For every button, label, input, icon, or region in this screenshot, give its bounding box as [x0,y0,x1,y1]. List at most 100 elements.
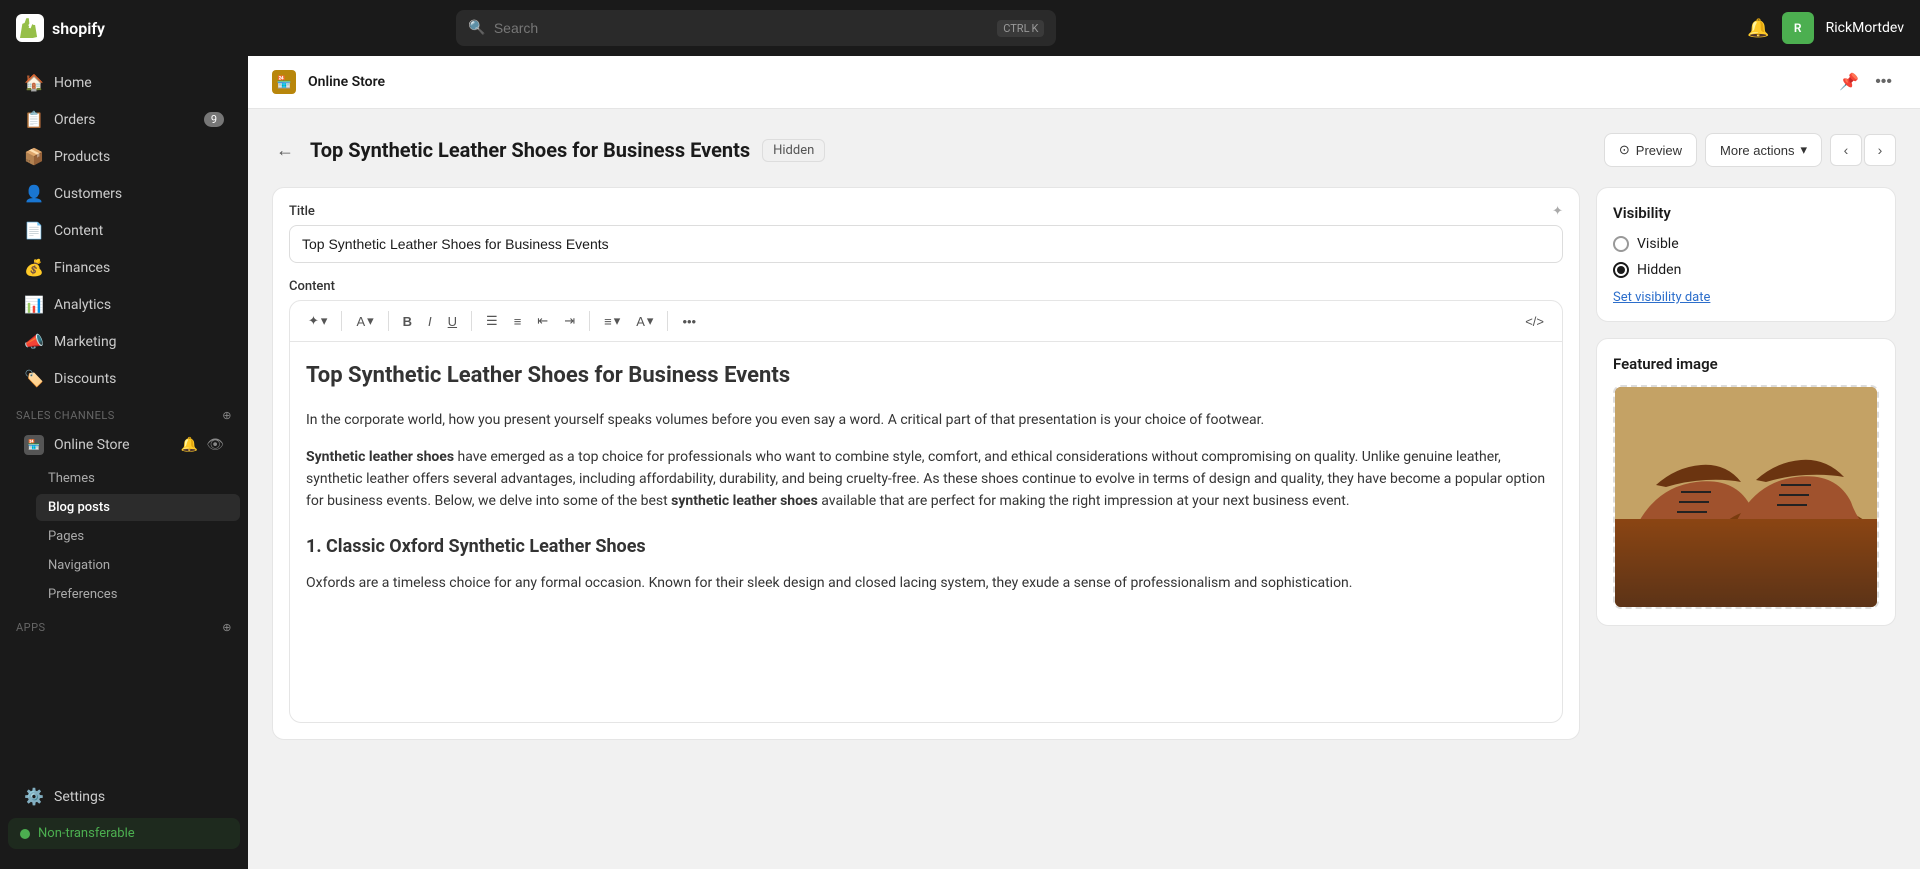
title-input[interactable] [289,225,1563,263]
set-visibility-link[interactable]: Set visibility date [1613,290,1710,305]
content-p2: Synthetic leather shoes have emerged as … [306,446,1546,513]
sidebar-item-analytics[interactable]: 📊 Analytics [8,287,240,322]
sales-channels-section: Sales channels ⊕ [0,397,248,426]
eye-icon[interactable]: 👁 [206,437,224,453]
sidebar-sub-navigation[interactable]: Navigation [36,552,240,579]
blog-posts-label: Blog posts [48,500,110,515]
content-p3: Oxfords are a timeless choice for any fo… [306,572,1546,594]
sidebar-sub-themes[interactable]: Themes [36,465,240,492]
pages-label: Pages [48,529,84,544]
sidebar-item-label: Orders [54,112,96,128]
customers-icon: 👤 [24,184,44,203]
sidebar-item-products[interactable]: 📦 Products [8,139,240,174]
hidden-option[interactable]: Hidden [1613,262,1879,278]
apps-expand[interactable]: ⊕ [222,621,232,634]
title-field-label: Title ✦ [289,204,1563,219]
themes-label: Themes [48,471,95,486]
chevron-icon: ▾ [614,313,621,329]
secondary-nav-right: 📌 ••• [1835,68,1896,96]
settings-label: Settings [54,789,105,805]
toolbar-underline[interactable]: U [442,310,463,333]
search-shortcut: CTRL K [997,20,1044,37]
chevron-icon: ▾ [321,313,328,329]
toolbar-more[interactable]: ••• [676,310,702,333]
main-content: 🏪 Online Store 📌 ••• ← Top Synthetic Lea… [248,56,1920,869]
sidebar-item-content[interactable]: 📄 Content [8,213,240,248]
visibility-radio-group: Visible Hidden [1613,236,1879,278]
sidebar-item-label: Marketing [54,334,117,350]
sidebar-item-marketing[interactable]: 📣 Marketing [8,324,240,359]
content-section: Content ✦ ▾ A ▾ B I [273,279,1579,739]
sidebar-item-home[interactable]: 🏠 Home [8,65,240,100]
visible-option[interactable]: Visible [1613,236,1879,252]
sidebar-sub-blog-posts[interactable]: Blog posts [36,494,240,521]
more-actions-button[interactable]: More actions ▾ [1705,133,1822,167]
sidebar-item-customers[interactable]: 👤 Customers [8,176,240,211]
visibility-card: Visibility Visible Hidden [1596,187,1896,322]
editor-content-area[interactable]: Top Synthetic Leather Shoes for Business… [290,342,1562,722]
chevron-icon: ▾ [367,313,374,329]
search-icon: 🔍 [468,20,485,36]
content-field-label: Content [289,279,1563,294]
visibility-section: Visibility Visible Hidden [1597,188,1895,321]
sidebar-item-label: Customers [54,186,122,202]
sidebar-sub-pages[interactable]: Pages [36,523,240,550]
toolbar-sep-1 [341,311,342,331]
avatar[interactable]: R [1782,12,1814,44]
toolbar-sep-5 [667,311,668,331]
toolbar-numbered-list[interactable]: ≡ [508,310,528,333]
toolbar-indent-left[interactable]: ⇤ [531,309,554,333]
orders-badge: 9 [204,112,224,127]
username[interactable]: RickMortdev [1826,20,1904,36]
title-section: Title ✦ [273,188,1579,279]
search-input[interactable] [494,20,989,36]
toolbar-align[interactable]: ≡ ▾ [598,309,626,333]
toolbar-text-color[interactable]: A ▾ [630,309,659,333]
visible-radio[interactable] [1613,236,1629,252]
toolbar-sparkle[interactable]: ✦ ▾ [302,309,333,333]
image-upload-area[interactable] [1613,385,1879,609]
navigation-label: Navigation [48,558,110,573]
preview-button[interactable]: ⊙ Preview [1604,133,1697,167]
toolbar-bullet-list[interactable]: ☰ [480,309,504,333]
home-icon: 🏠 [24,73,44,92]
non-transferable-label: Non-transferable [38,826,135,841]
search-bar[interactable]: 🔍 CTRL K [456,10,1056,46]
online-store-icon: 🏪 [24,435,44,455]
sidebar-sub-preferences[interactable]: Preferences [36,581,240,608]
sidebar-item-discounts[interactable]: 🏷️ Discounts [8,361,240,396]
main-column: Title ✦ Content [272,187,1580,756]
sidebar-item-finances[interactable]: 💰 Finances [8,250,240,285]
bell-small-icon[interactable]: 🔔 [181,437,198,453]
back-button[interactable]: ← [272,136,298,165]
preview-icon: ⊙ [1619,142,1630,158]
non-transferable-badge[interactable]: Non-transferable [8,818,240,849]
toolbar-indent-right[interactable]: ⇥ [558,309,581,333]
rich-text-editor: ✦ ▾ A ▾ B I U ☰ ≡ [289,300,1563,723]
sidebar-item-online-store[interactable]: 🏪 Online Store 🔔 👁 [8,427,240,463]
apps-section: Apps ⊕ [0,609,248,638]
next-arrow[interactable]: › [1864,134,1896,166]
sidebar-item-settings[interactable]: ⚙️ Settings [8,779,240,814]
toolbar-bold[interactable]: B [397,310,418,333]
pin-button[interactable]: 📌 [1835,68,1863,96]
notifications-button[interactable]: 🔔 [1747,18,1769,39]
toolbar-font[interactable]: A ▾ [350,309,379,333]
sidebar-item-label: Analytics [54,297,111,313]
page-wrapper: ← Top Synthetic Leather Shoes for Busine… [248,109,1920,780]
store-name: Online Store [308,74,385,90]
sales-channels-expand[interactable]: ⊕ [222,409,232,422]
logo[interactable]: shopify [16,14,105,42]
sidebar: 🏠 Home 📋 Orders 9 📦 Products 👤 Customers… [0,56,248,869]
more-button[interactable]: ••• [1871,68,1896,96]
content-bold-1: Synthetic leather shoes [306,449,454,465]
sidebar-item-orders[interactable]: 📋 Orders 9 [8,102,240,137]
sidebar-bottom: ⚙️ Settings Non-transferable [0,770,248,861]
page-header: ← Top Synthetic Leather Shoes for Busine… [272,133,1896,167]
toolbar-source[interactable]: </> [1519,310,1550,333]
toolbar-italic[interactable]: I [422,310,438,333]
hidden-radio[interactable] [1613,262,1629,278]
visible-label: Visible [1637,236,1679,252]
chevron-down-icon: ▾ [1800,142,1807,158]
prev-arrow[interactable]: ‹ [1830,134,1862,166]
